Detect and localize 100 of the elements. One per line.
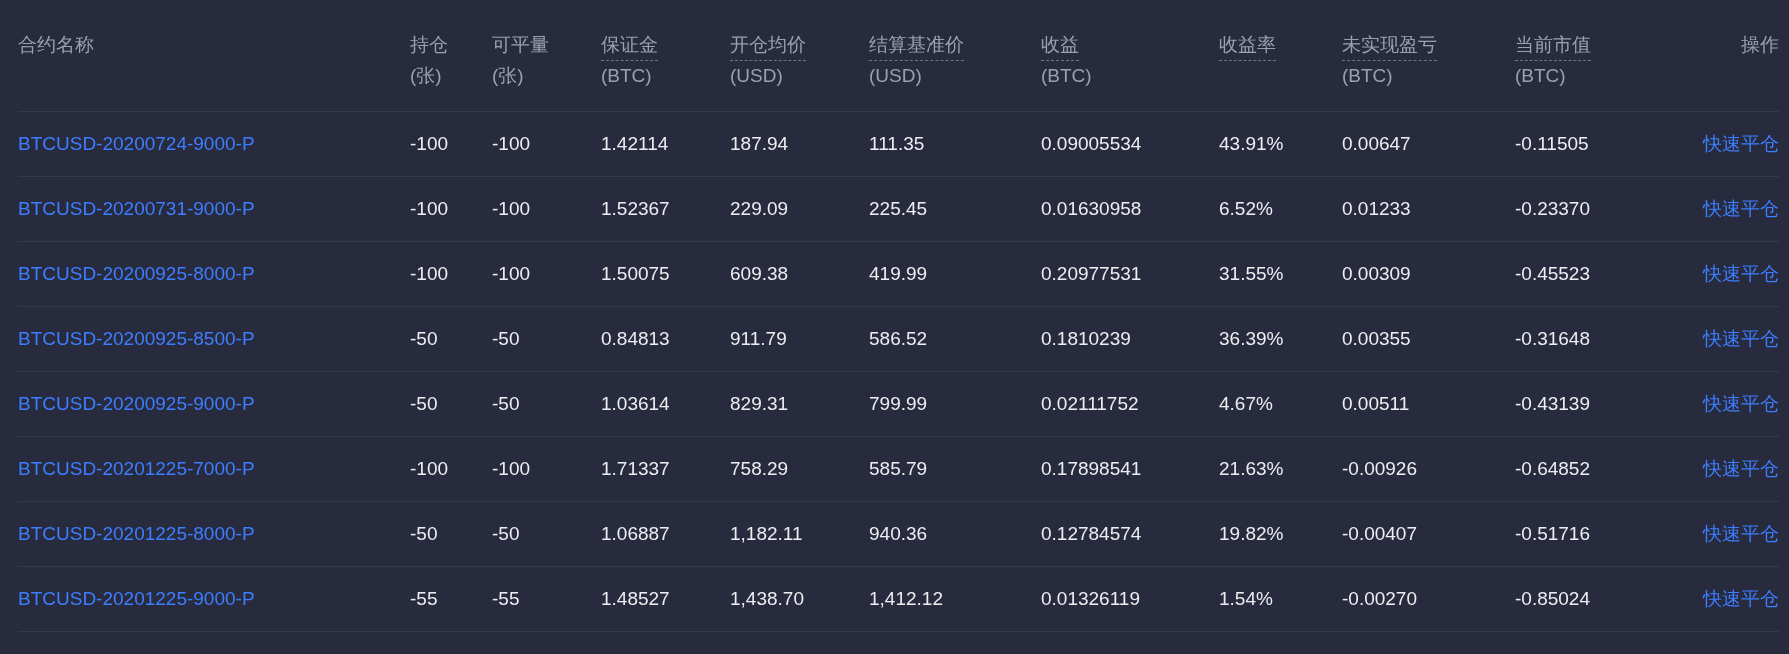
column-unit: (USD) <box>869 64 922 88</box>
table-cell: -55 <box>410 588 438 609</box>
column-unit: (BTC) <box>601 64 652 88</box>
table-cell: 0.00355 <box>1342 328 1411 349</box>
column-header: 收益率 <box>1219 33 1276 61</box>
column-unit: (张) <box>492 64 524 88</box>
column-header: 可平量 <box>492 33 549 57</box>
table-cell: 609.38 <box>730 263 789 284</box>
table-cell: 6.52% <box>1219 198 1273 219</box>
table-cell: -0.23370 <box>1515 198 1590 219</box>
column-header: 持仓 <box>410 33 448 57</box>
quick-close-link[interactable]: 快速平仓 <box>1703 198 1779 219</box>
table-cell: 19.82% <box>1219 523 1284 544</box>
contract-link[interactable]: BTCUSD-20201225-8000-P <box>18 523 255 544</box>
quick-close-link[interactable]: 快速平仓 <box>1703 263 1779 284</box>
table-cell: -0.51716 <box>1515 523 1590 544</box>
column-header: 结算基准价 <box>869 33 964 61</box>
table-cell: 419.99 <box>869 263 928 284</box>
table-cell: 111.35 <box>869 133 925 154</box>
table-cell: 1.71337 <box>601 458 670 479</box>
table-cell: -100 <box>492 263 531 284</box>
contract-link[interactable]: BTCUSD-20201225-9000-P <box>18 588 255 609</box>
table-cell: -100 <box>492 198 531 219</box>
table-cell: 586.52 <box>869 328 928 349</box>
table-cell: 0.84813 <box>601 328 670 349</box>
table-cell: -0.85024 <box>1515 588 1590 609</box>
table-cell: -50 <box>410 328 438 349</box>
table-cell: 1.06887 <box>601 523 670 544</box>
table-cell: 0.00309 <box>1342 263 1411 284</box>
table-cell: 36.39% <box>1219 328 1284 349</box>
column-header: 未实现盈亏 <box>1342 33 1437 61</box>
table-cell: 0.20977531 <box>1041 263 1142 284</box>
table-cell: -0.45523 <box>1515 263 1590 284</box>
column-header: 收益 <box>1041 33 1079 61</box>
column-unit: (BTC) <box>1515 64 1566 88</box>
table-cell: 0.01326119 <box>1041 588 1140 609</box>
table-cell: 758.29 <box>730 458 789 479</box>
table-cell: -100 <box>492 458 531 479</box>
quick-close-link[interactable]: 快速平仓 <box>1703 588 1779 609</box>
table-cell: 829.31 <box>730 393 789 414</box>
table-cell: -100 <box>410 263 449 284</box>
table-cell: -100 <box>492 133 531 154</box>
table-cell: -0.43139 <box>1515 393 1590 414</box>
quick-close-link[interactable]: 快速平仓 <box>1703 523 1779 544</box>
column-unit: (张) <box>410 64 442 88</box>
table-cell: -50 <box>492 393 520 414</box>
column-header: 开仓均价 <box>730 33 806 61</box>
table-cell: -0.00926 <box>1342 458 1417 479</box>
table-cell: 1.03614 <box>601 393 670 414</box>
table-cell: 0.12784574 <box>1041 523 1142 544</box>
column-unit: (USD) <box>730 64 783 88</box>
table-cell: -0.11505 <box>1515 133 1589 154</box>
table-cell: 0.02111752 <box>1041 393 1139 414</box>
table-cell: 0.09005534 <box>1041 133 1142 154</box>
table-cell: -100 <box>410 198 449 219</box>
contract-link[interactable]: BTCUSD-20200731-9000-P <box>18 198 255 219</box>
table-cell: -0.00407 <box>1342 523 1417 544</box>
table-cell: 0.1810239 <box>1041 328 1131 349</box>
table-cell: 1.52367 <box>601 198 670 219</box>
contract-link[interactable]: BTCUSD-20200925-8500-P <box>18 328 255 349</box>
column-unit: (BTC) <box>1342 64 1393 88</box>
column-header: 保证金 <box>601 33 658 61</box>
table-cell: 0.00511 <box>1342 393 1410 414</box>
table-cell: -0.31648 <box>1515 328 1590 349</box>
contract-link[interactable]: BTCUSD-20200925-8000-P <box>18 263 255 284</box>
table-cell: 1.48527 <box>601 588 670 609</box>
table-cell: 940.36 <box>869 523 928 544</box>
table-cell: -0.00270 <box>1342 588 1417 609</box>
table-cell: -0.64852 <box>1515 458 1590 479</box>
table-cell: -50 <box>492 523 520 544</box>
table-cell: -50 <box>410 523 438 544</box>
table-cell: 0.01233 <box>1342 198 1411 219</box>
column-header: 当前市值 <box>1515 33 1591 61</box>
contract-link[interactable]: BTCUSD-20200925-9000-P <box>18 393 255 414</box>
table-cell: 1,438.70 <box>730 588 804 609</box>
table-cell: 43.91% <box>1219 133 1284 154</box>
table-cell: 0.17898541 <box>1041 458 1142 479</box>
table-cell: 4.67% <box>1219 393 1273 414</box>
table-cell: 1.42114 <box>601 133 669 154</box>
table-cell: 0.00647 <box>1342 133 1411 154</box>
table-cell: 799.99 <box>869 393 928 414</box>
table-cell: 1,182.11 <box>730 523 803 544</box>
table-cell: -50 <box>492 328 520 349</box>
quick-close-link[interactable]: 快速平仓 <box>1703 133 1779 154</box>
quick-close-link[interactable]: 快速平仓 <box>1703 328 1779 349</box>
column-unit: (BTC) <box>1041 64 1092 88</box>
contract-link[interactable]: BTCUSD-20200724-9000-P <box>18 133 255 154</box>
table-cell: 31.55% <box>1219 263 1284 284</box>
table-cell: -55 <box>492 588 520 609</box>
table-cell: 1.54% <box>1219 588 1273 609</box>
table-cell: 225.45 <box>869 198 928 219</box>
table-cell: 0.01630958 <box>1041 198 1142 219</box>
table-cell: 187.94 <box>730 133 789 154</box>
table-cell: -50 <box>410 393 438 414</box>
column-header: 操作 <box>1741 33 1779 57</box>
table-cell: 585.79 <box>869 458 928 479</box>
table-cell: -100 <box>410 458 449 479</box>
quick-close-link[interactable]: 快速平仓 <box>1703 458 1779 479</box>
contract-link[interactable]: BTCUSD-20201225-7000-P <box>18 458 255 479</box>
quick-close-link[interactable]: 快速平仓 <box>1703 393 1779 414</box>
